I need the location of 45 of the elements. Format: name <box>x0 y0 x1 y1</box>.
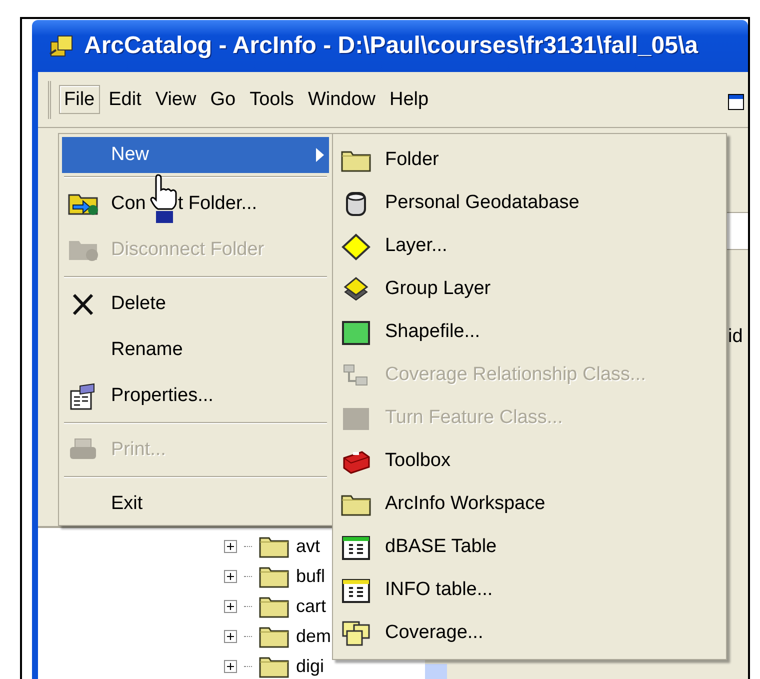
arrow-right-icon <box>315 147 325 163</box>
window-icon <box>728 94 744 110</box>
square-icon <box>341 318 371 346</box>
menu-item[interactable]: Coverage... <box>333 612 726 655</box>
diamond-icon <box>341 232 371 260</box>
expand-toggle[interactable] <box>224 540 237 552</box>
tree-item[interactable]: digi <box>296 652 324 679</box>
menu-item[interactable]: Properties... <box>62 373 329 419</box>
expand-toggle[interactable] <box>224 630 237 642</box>
tree-item[interactable]: avt <box>296 532 320 560</box>
label: id <box>728 327 743 346</box>
table-icon <box>341 534 371 562</box>
menu-item[interactable]: Shapefile... <box>333 311 726 354</box>
menu-item[interactable]: Go <box>205 85 241 114</box>
menu-item[interactable]: Layer... <box>333 225 726 268</box>
tree-item[interactable]: cart <box>296 592 326 620</box>
menu-item[interactable]: Rename <box>62 327 329 373</box>
menu-item[interactable]: Toolbox <box>333 440 726 483</box>
menu-item[interactable]: ArcInfo Workspace <box>333 483 726 526</box>
menu-item[interactable]: Delete <box>62 281 329 327</box>
table-icon <box>341 576 371 604</box>
expand-toggle[interactable] <box>224 600 237 612</box>
hand-cursor-icon <box>149 173 177 225</box>
expand-toggle[interactable] <box>224 660 237 672</box>
tree-item[interactable]: bufl <box>296 562 326 590</box>
menu-item[interactable]: Folder <box>333 139 726 182</box>
menu-item[interactable]: File <box>59 85 100 114</box>
menu-item[interactable]: Help <box>384 85 434 114</box>
expand-toggle[interactable] <box>224 570 237 582</box>
window-title: ArcCatalog - ArcInfo - D:\Paul\courses\fr3131\fall_05\a <box>84 31 698 61</box>
scroll-bar <box>425 664 447 679</box>
tree-item[interactable]: dem <box>296 622 332 650</box>
menu-item[interactable]: Edit <box>104 85 146 114</box>
layers-icon <box>341 276 371 304</box>
menu-item[interactable]: Con t Folder... <box>62 181 329 227</box>
menu-item[interactable]: View <box>150 85 202 114</box>
menu-item[interactable]: INFO table... <box>333 569 726 612</box>
submenu-item[interactable]: New <box>62 137 329 173</box>
menu-item[interactable]: dBASE Table <box>333 526 726 569</box>
menu-item[interactable]: Personal Geodatabase <box>333 182 726 225</box>
menu-item[interactable]: Window <box>302 85 381 114</box>
menu-item[interactable]: Group Layer <box>333 268 726 311</box>
menu-item[interactable]: Exit <box>62 481 329 527</box>
menu-item[interactable]: Tools <box>244 85 299 114</box>
coverage-icon <box>341 620 371 648</box>
